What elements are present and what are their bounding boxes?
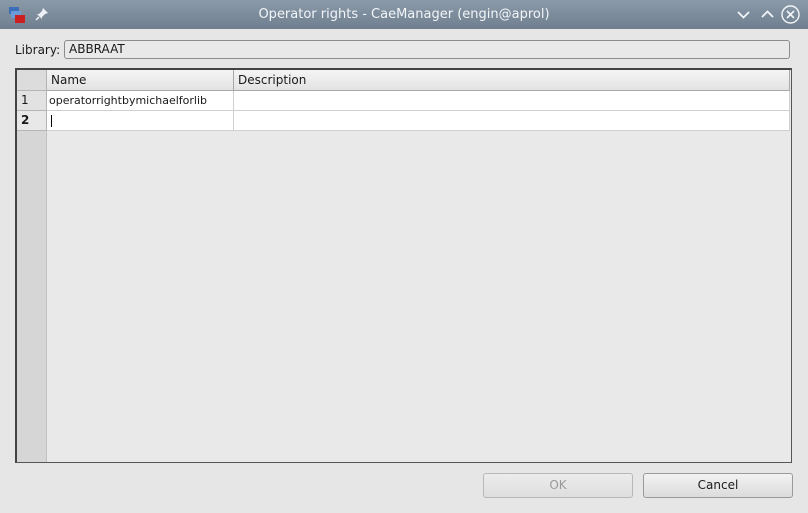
column-header-description[interactable]: Description xyxy=(234,70,790,91)
ok-button[interactable]: OK xyxy=(483,473,633,498)
cancel-button[interactable]: Cancel xyxy=(643,473,793,498)
cell-name-row-2[interactable] xyxy=(47,111,234,131)
cell-description-row-2[interactable] xyxy=(234,111,790,131)
chevron-up-icon[interactable] xyxy=(758,5,777,24)
text-cursor xyxy=(51,115,52,127)
library-field[interactable]: ABBRAAT xyxy=(64,40,790,59)
close-icon[interactable] xyxy=(781,5,800,24)
operator-rights-table[interactable]: Name Description 1 operatorrightbymichae… xyxy=(15,68,792,463)
cell-description-row-1[interactable] xyxy=(234,91,790,111)
window-title: Operator rights - CaeManager (engin@apro… xyxy=(258,7,550,22)
column-header-name[interactable]: Name xyxy=(47,70,234,91)
row-header-gutter xyxy=(17,91,47,462)
library-label: Library: xyxy=(15,43,61,57)
row-header-2[interactable]: 2 xyxy=(17,111,47,131)
cell-name-row-1[interactable]: operatorrightbymichaelforlib xyxy=(47,91,234,111)
title-bar: Operator rights - CaeManager (engin@apro… xyxy=(0,0,808,29)
row-header-1[interactable]: 1 xyxy=(17,91,47,111)
table-corner[interactable] xyxy=(17,70,47,91)
chevron-down-icon[interactable] xyxy=(734,5,753,24)
